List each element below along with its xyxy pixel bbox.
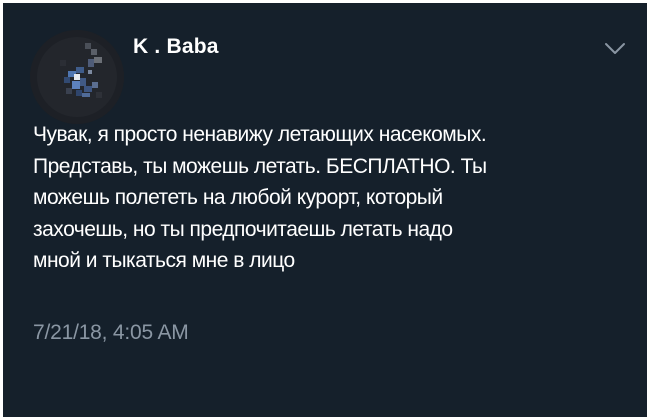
author-name[interactable]: K . Baba (133, 35, 219, 59)
tweet-text-line: мной и тыкаться мне в лицо (33, 249, 295, 272)
avatar[interactable] (30, 30, 124, 124)
tweet-text-line: Представь, ты можешь летать. БЕСПЛАТНО. … (33, 154, 487, 178)
tweet-text: Чувак, я просто ненавижу летающих насеко… (33, 119, 637, 277)
tweet-text-line: Чувак, я просто ненавижу летающих насеко… (33, 123, 487, 146)
tweet-card: K . Baba Чувак, я просто ненавижу летающ… (3, 3, 647, 417)
tweet-text-line: захочешь, но ты предпочитаешь летать над… (33, 217, 453, 241)
tweet-timestamp[interactable]: 7/21/18, 4:05 AM (33, 321, 189, 345)
chevron-down-icon[interactable] (604, 42, 626, 56)
avatar-image (30, 30, 124, 124)
tweet-text-line: можешь полететь на любой курорт, который (33, 186, 443, 209)
